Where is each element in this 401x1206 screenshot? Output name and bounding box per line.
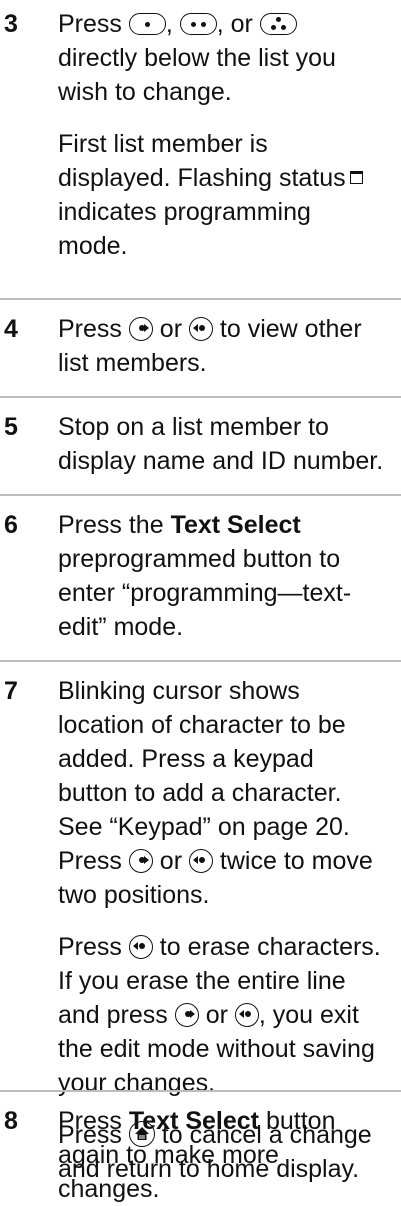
divider — [0, 660, 401, 662]
right-arrow-button-icon — [128, 849, 153, 873]
left-arrow-button-icon — [128, 935, 153, 959]
step-text: Blinking cursor shows location of charact… — [58, 677, 373, 909]
step-text: Press to erase characters. If you erase t… — [58, 933, 381, 1097]
step-text: Press , , or directly below the list you… — [58, 10, 336, 106]
step-text: First list member is displayed. Flashing … — [58, 127, 397, 263]
right-arrow-button-icon — [128, 317, 153, 341]
step-number: 4 — [4, 315, 18, 343]
text-select-button-label: Text Select — [128, 1107, 260, 1135]
step-text: Press Text Select button again to make mo… — [58, 1107, 336, 1203]
divider — [0, 1090, 401, 1092]
step-body: Press Text Select button again to make mo… — [58, 1104, 397, 1206]
step-text: Press the Text Select preprogrammed butt… — [58, 511, 352, 641]
step-text: Press or to view other list members. — [58, 315, 362, 377]
instruction-steps: 3 Press , , or directly below the list y… — [0, 0, 401, 1203]
step-body: Stop on a list member to display name and… — [58, 410, 397, 478]
divider — [0, 494, 401, 496]
step-body: Press , , or directly below the list you… — [58, 7, 397, 263]
divider — [0, 396, 401, 398]
step-number: 5 — [4, 413, 18, 441]
step-number: 8 — [4, 1107, 18, 1135]
left-arrow-button-icon — [188, 317, 213, 341]
step-text: Stop on a list member to display name and… — [58, 413, 384, 475]
divider — [0, 298, 401, 300]
step-number: 3 — [4, 10, 18, 38]
text-select-button-label: Text Select — [170, 511, 301, 539]
step-body: Press the Text Select preprogrammed butt… — [58, 508, 397, 644]
left-arrow-button-icon — [234, 1003, 259, 1027]
left-arrow-button-icon — [188, 849, 213, 873]
three-dot-button-icon — [259, 13, 297, 35]
step-number: 7 — [4, 677, 18, 705]
step-number: 6 — [4, 511, 18, 539]
step-body: Press or to view other list members. — [58, 312, 397, 380]
status-indicator-icon — [349, 171, 363, 184]
one-dot-button-icon — [128, 13, 166, 35]
two-dot-button-icon — [179, 13, 217, 35]
right-arrow-button-icon — [174, 1003, 199, 1027]
